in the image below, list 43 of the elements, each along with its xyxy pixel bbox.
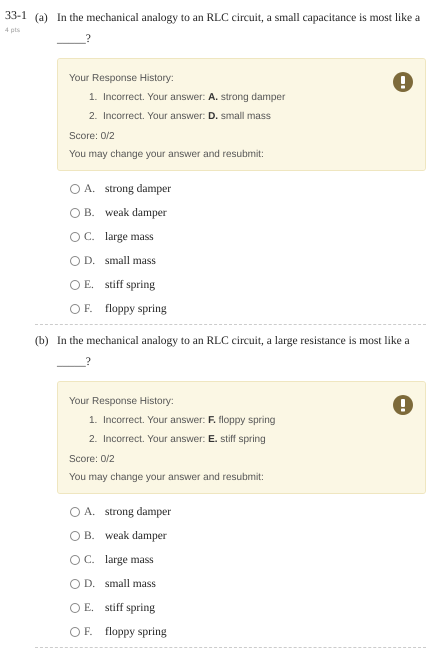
choice-text: strong damper (105, 506, 172, 518)
choice-letter: A. (84, 506, 96, 518)
entry-number: 2. (89, 110, 98, 124)
choice-text: floppy spring (105, 303, 167, 315)
choice-letter: A. (84, 183, 96, 195)
choice-letter: C. (84, 554, 96, 566)
choice-text: weak damper (105, 207, 167, 219)
choice-text: large mass (105, 554, 154, 566)
history-title: Your Response History: (69, 72, 175, 86)
entry-number: 1. (89, 91, 98, 105)
problem-number: 33-1 (5, 8, 28, 23)
choice-letter: B. (84, 207, 96, 219)
choice-letter: D. (84, 578, 96, 590)
choice-letter: E. (84, 602, 95, 614)
question-text: In the mechanical analogy to an RLC circuit, a large resistance is most like a _____? (57, 334, 411, 370)
history-entry: Incorrect. Your answer: A. strong damper (103, 91, 286, 105)
choice-text: floppy spring (105, 626, 167, 638)
choice-letter: C. (84, 231, 96, 243)
choice-letter: E. (84, 279, 95, 291)
resubmit-note: You may change your answer and resubmit: (69, 471, 265, 485)
choice-text: large mass (105, 231, 154, 243)
history-entry: Incorrect. Your answer: E. stiff spring (103, 433, 266, 447)
entry-number: 1. (89, 414, 98, 428)
score-text: Score: 0/2 (69, 453, 116, 467)
choice-text: small mass (105, 578, 156, 590)
history-title: Your Response History: (69, 395, 175, 409)
choice-text: weak damper (105, 530, 167, 542)
history-entry: Incorrect. Your answer: F. floppy spring (103, 414, 276, 428)
choice-letter: F. (84, 303, 94, 315)
part-label: (b) (35, 334, 50, 349)
choice-letter: B. (84, 530, 96, 542)
choice-letter: F. (84, 626, 94, 638)
choice-text: stiff spring (105, 602, 155, 614)
choice-text: stiff spring (105, 279, 155, 291)
question-text: In the mechanical analogy to an RLC circuit, a small capacitance is most like a _____? (57, 11, 422, 47)
choice-text: strong damper (105, 183, 172, 195)
entry-number: 2. (89, 433, 98, 447)
choice-text: small mass (105, 255, 156, 267)
resubmit-note: You may change your answer and resubmit: (69, 148, 265, 162)
score-text: Score: 0/2 (69, 130, 116, 144)
history-entry: Incorrect. Your answer: D. small mass (103, 110, 271, 124)
choice-letter: D. (84, 255, 96, 267)
part-label: (a) (35, 11, 49, 26)
